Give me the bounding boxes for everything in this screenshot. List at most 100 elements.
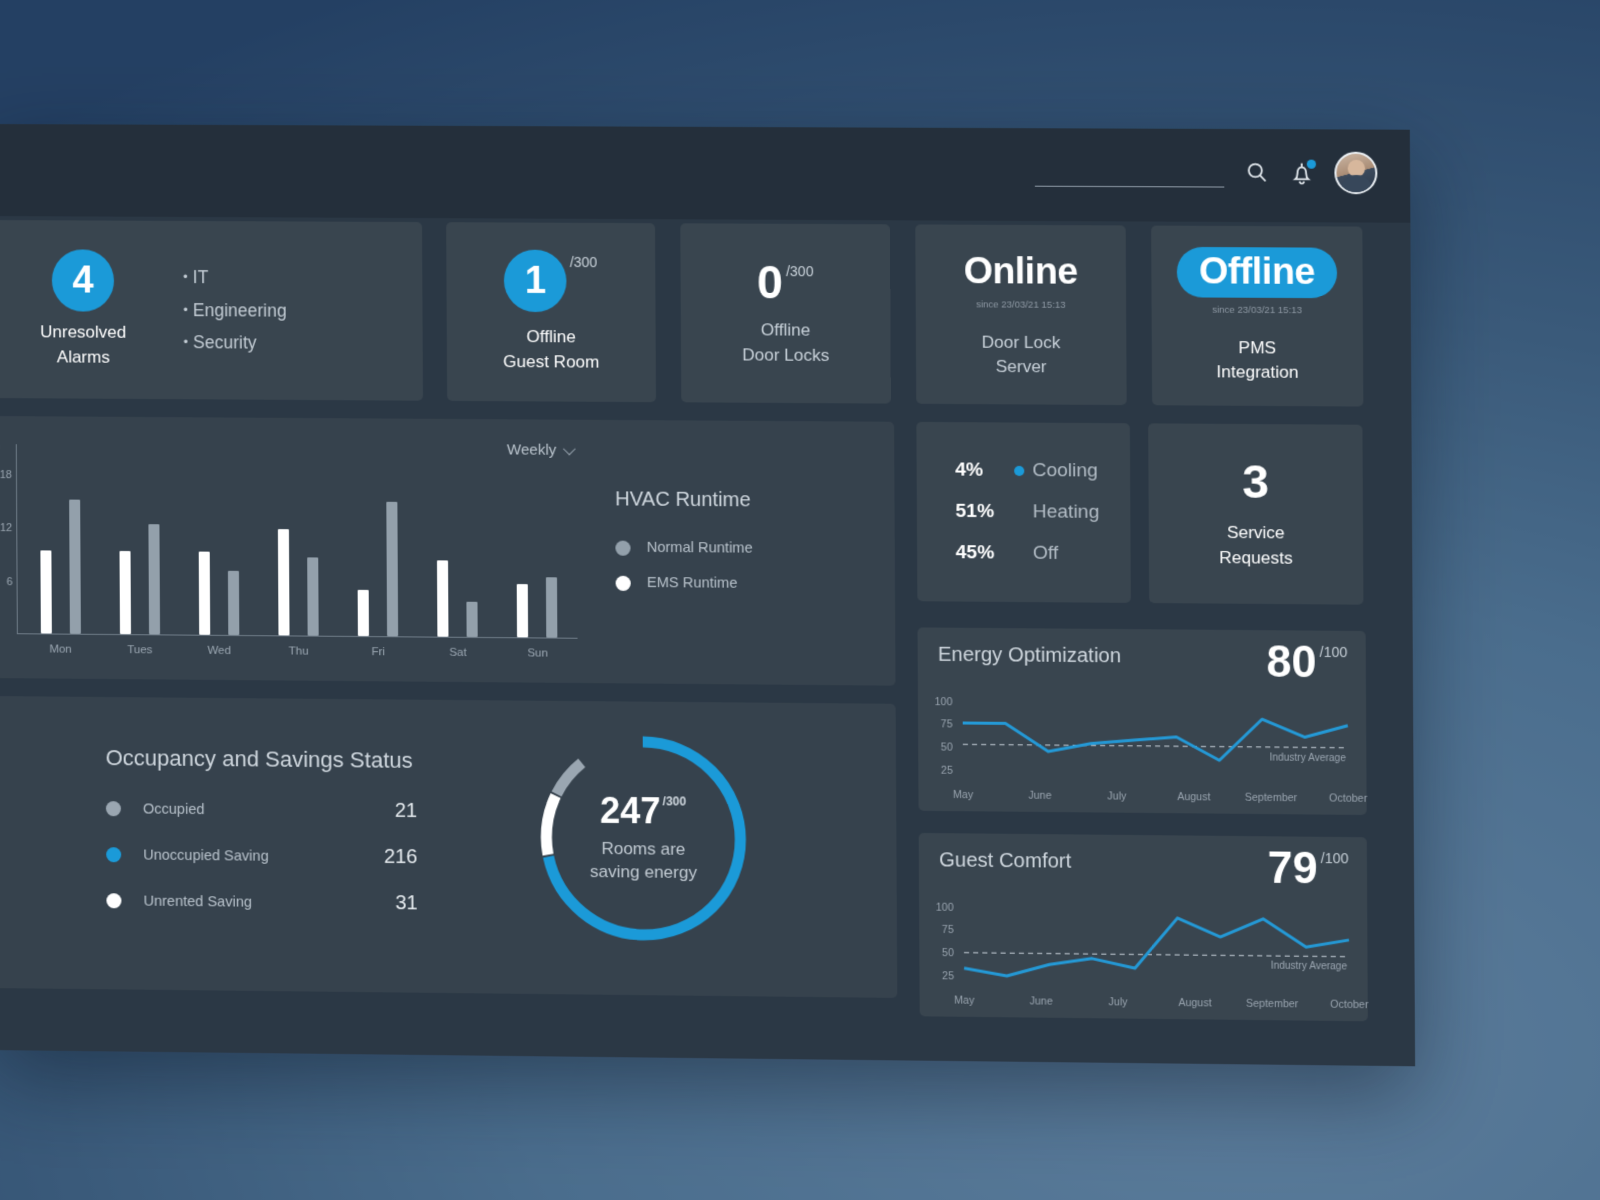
card-hvac-modes[interactable]: 4% Cooling 51% Heating 45% Off	[916, 421, 1131, 603]
bar-normal-tues	[148, 524, 160, 635]
occupancy-row-unoccupied-saving: Unoccupied Saving 216	[106, 843, 418, 869]
door-lock-server-label: Door Lock Server	[981, 332, 1061, 377]
bar-normal-sun	[546, 577, 558, 638]
card-pms-integration[interactable]: Offline since 23/03/21 15:13 PMS Integra…	[1151, 225, 1364, 407]
legend-label-ems: EMS Runtime	[646, 574, 738, 592]
donut-value-group: 247 /300	[599, 790, 687, 832]
alarm-count-badge: 4	[51, 249, 115, 313]
occupancy-name-unrented: Unrented Saving	[143, 893, 252, 911]
bar-normal-mon	[68, 499, 81, 634]
dashboard-window: 4 Unresolved Alarms IT Engineering Secur…	[0, 124, 1416, 1067]
pms-since: since 23/03/21 15:13	[1212, 304, 1303, 317]
door-lock-server-status-badge: Online	[963, 249, 1078, 292]
pms-status-badge: Offline	[1176, 246, 1338, 299]
avatar[interactable]	[1334, 151, 1378, 195]
comfort-title: Guest Comfort	[939, 849, 1072, 873]
bar-ems-wed	[198, 551, 211, 635]
industry-average-line	[963, 744, 1348, 747]
x-tick-label: Tues	[127, 644, 153, 657]
industry-average-label: Industry Average	[1269, 752, 1346, 764]
mode-pct-off: 45%	[955, 542, 995, 564]
x-tick-label: June	[1028, 789, 1052, 802]
bar-normal-wed	[227, 570, 240, 636]
occupancy-dot-unoccupied	[106, 847, 122, 863]
energy-line-chart: 25 50 75 100 May June July August September Octob…	[928, 692, 1368, 805]
door-locks-label: Offline Door Locks	[742, 320, 830, 365]
mode-pct-cooling: 4%	[955, 459, 984, 481]
card-door-lock-server[interactable]: Online since 23/03/21 15:13 Door Lock Se…	[915, 224, 1127, 406]
search-icon[interactable]	[1245, 160, 1270, 184]
bar-ems-sat	[437, 560, 449, 637]
notification-bell-icon[interactable]	[1289, 159, 1317, 186]
panel-hvac-runtime: Weekly h 61218 MonTuesWedThuFriSatSun HV…	[0, 415, 896, 686]
bar-ems-thu	[277, 529, 290, 636]
hvac-legend-block: HVAC Runtime Normal Runtime EMS Runtime	[615, 488, 753, 611]
door-locks-count: 0	[756, 256, 784, 309]
search-input[interactable]	[1034, 156, 1225, 188]
occupancy-dot-occupied	[105, 801, 121, 817]
guest-room-total: /300	[569, 254, 598, 271]
y-tick-6: 6	[6, 575, 13, 588]
comfort-line-chart: 25 50 75 100 May June July August September Octob…	[929, 898, 1369, 1011]
alarm-category-list: IT Engineering Security	[183, 261, 287, 359]
bar-group-wed: Wed	[178, 438, 259, 657]
notification-badge	[1306, 159, 1317, 169]
mode-dot-cooling	[1014, 465, 1025, 477]
occupancy-dot-unrented	[106, 893, 122, 909]
bar-groups: Mon Tues Wed Thu Fri Sat Sun	[20, 437, 578, 660]
bar-group-sat: Sat	[417, 440, 498, 659]
x-tick-label: June	[1029, 995, 1053, 1008]
door-locks-total: /300	[785, 263, 814, 280]
mode-dot-off	[1015, 549, 1025, 559]
service-requests-label: Service Requests	[1219, 523, 1293, 568]
legend-dot-normal	[615, 540, 631, 556]
bar-group-mon: Mon	[20, 437, 100, 656]
y-tick-100: 100	[934, 695, 953, 708]
bar-group-tues: Tues	[99, 438, 179, 656]
bar-ems-tues	[119, 551, 131, 635]
legend-item-normal-runtime: Normal Runtime	[615, 539, 753, 557]
legend-label-normal: Normal Runtime	[646, 539, 753, 557]
list-item: IT	[183, 261, 287, 294]
occupancy-name-occupied: Occupied	[142, 800, 205, 818]
bar-ems-sun	[517, 584, 529, 638]
x-tick-label: July	[1108, 996, 1128, 1009]
hvac-title: HVAC Runtime	[615, 488, 751, 512]
mode-row-cooling: 4% Cooling	[955, 459, 1130, 482]
guest-room-count-badge: 1	[504, 249, 568, 313]
x-tick-label: Sat	[449, 646, 467, 659]
donut-value: 247	[599, 790, 661, 832]
sparkline-svg	[928, 692, 1356, 805]
bar-ems-mon	[39, 550, 52, 634]
list-item: Security	[183, 326, 287, 359]
x-tick-label: October	[1329, 792, 1368, 805]
y-tick-12: 12	[0, 522, 13, 535]
card-guest-comfort[interactable]: Guest Comfort 79 /100 25 50 75 100 May June Ju…	[918, 832, 1369, 1022]
mode-name-heating: Heating	[1032, 501, 1100, 523]
panel-occupancy-savings: Occupancy and Savings Status Occupied 21…	[0, 695, 898, 998]
x-tick-label: Mon	[49, 643, 72, 656]
card-energy-optimization[interactable]: Energy Optimization 80 /100 25 50 75 100 May…	[917, 627, 1368, 816]
mode-name-off: Off	[1032, 542, 1059, 564]
occupancy-value-occupied: 21	[394, 799, 418, 823]
card-offline-door-locks[interactable]: 0 /300 Offline Door Locks	[680, 223, 891, 404]
y-tick-50: 50	[940, 741, 953, 754]
comfort-score-max: /100	[1320, 849, 1349, 867]
x-tick-label: August	[1178, 996, 1212, 1010]
legend-item-ems-runtime: EMS Runtime	[615, 574, 753, 592]
y-tick-25: 25	[940, 764, 953, 777]
energy-score-max: /100	[1319, 643, 1348, 661]
x-tick-label: July	[1107, 790, 1127, 803]
industry-average-line	[964, 953, 1349, 957]
card-offline-guest-room[interactable]: 1 /300 Offline Guest Room	[446, 222, 657, 403]
mode-pct-heating: 51%	[955, 500, 995, 523]
y-tick-25: 25	[942, 970, 955, 983]
service-requests-count: 3	[1242, 454, 1270, 509]
bar-group-sun: Sun	[497, 440, 578, 660]
door-lock-server-since: since 23/03/21 15:13	[975, 299, 1066, 311]
card-service-requests[interactable]: 3 Service Requests	[1148, 423, 1364, 605]
card-unresolved-alarms[interactable]: 4 Unresolved Alarms IT Engineering Secur…	[0, 219, 423, 401]
occupancy-donut-chart: 247 /300 Rooms are saving energy	[534, 729, 753, 948]
donut-center-label: 247 /300 Rooms are saving energy	[534, 729, 753, 948]
mode-name-cooling: Cooling	[1032, 459, 1099, 482]
